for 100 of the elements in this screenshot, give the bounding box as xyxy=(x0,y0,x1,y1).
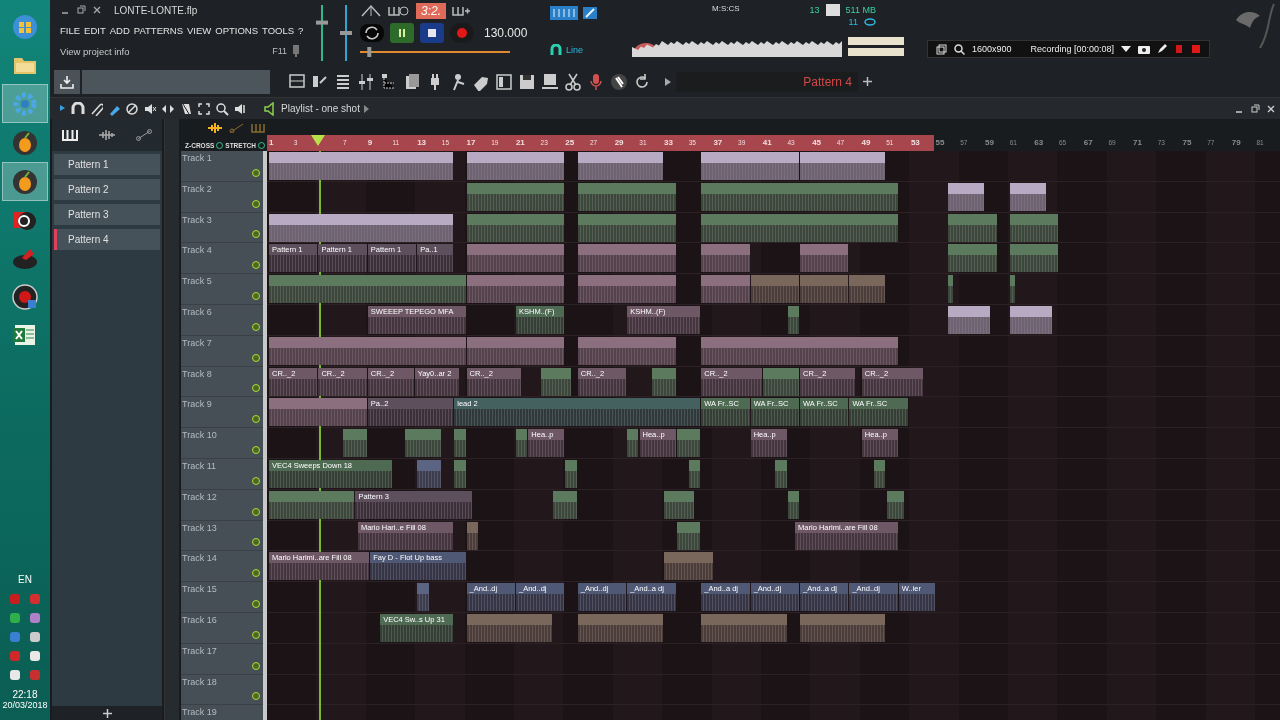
playlist-clip[interactable] xyxy=(676,521,701,550)
playlist-clip[interactable] xyxy=(466,336,565,365)
playlist-clip[interactable] xyxy=(800,613,886,642)
track-toggle[interactable] xyxy=(252,353,260,362)
playlist-clip[interactable] xyxy=(1010,182,1047,211)
playlist-clip[interactable] xyxy=(417,583,429,612)
track-toggle[interactable] xyxy=(252,168,260,177)
playlist-clip[interactable] xyxy=(701,244,750,273)
playlist-clip[interactable] xyxy=(948,213,997,242)
track-toggle[interactable] xyxy=(252,569,260,578)
close-icon[interactable] xyxy=(92,5,102,15)
playlist-clip[interactable] xyxy=(577,613,664,642)
stop-icon[interactable] xyxy=(1191,44,1202,54)
menu-item[interactable]: FILE xyxy=(60,24,81,36)
pause-icon[interactable] xyxy=(1174,44,1185,54)
menu-item[interactable]: ? xyxy=(298,24,304,36)
track-toggle[interactable] xyxy=(252,630,260,639)
wave-icon[interactable] xyxy=(207,123,223,133)
track-header[interactable]: Track 7 xyxy=(181,335,263,367)
track-header[interactable]: Track 17 xyxy=(181,643,263,675)
playlist-clip[interactable] xyxy=(269,490,355,519)
paperclip-icon[interactable] xyxy=(89,101,103,116)
track-toggle[interactable] xyxy=(252,661,260,670)
playlist-clip[interactable] xyxy=(948,244,997,273)
track-header[interactable]: Track 12 xyxy=(181,489,263,521)
camera-icon[interactable] xyxy=(1138,44,1151,54)
playlist-clip[interactable] xyxy=(454,429,466,458)
track-header[interactable]: Track 18 xyxy=(181,674,263,706)
track-toggle[interactable] xyxy=(252,445,260,454)
playlist-clip[interactable] xyxy=(540,367,571,396)
list-icon[interactable] xyxy=(334,72,352,91)
pattern-item[interactable]: Pattern 1 xyxy=(54,154,160,175)
playlist-clip[interactable] xyxy=(701,613,787,642)
select-icon[interactable] xyxy=(197,101,211,116)
track-toggle[interactable] xyxy=(252,322,260,331)
playlist-clip[interactable] xyxy=(466,521,478,550)
loop-icon[interactable] xyxy=(360,24,384,42)
track-toggle[interactable] xyxy=(252,507,260,516)
track-header[interactable]: Track 3 xyxy=(181,212,263,244)
playlist-clip[interactable] xyxy=(701,275,750,304)
search-icon[interactable] xyxy=(954,43,965,55)
playlist-clip[interactable] xyxy=(269,213,454,242)
track-header[interactable]: Track 13 xyxy=(181,520,263,552)
playlist-clip[interactable] xyxy=(269,152,454,180)
track-toggle[interactable] xyxy=(252,476,260,485)
playlist-clip[interactable] xyxy=(775,459,787,488)
playlist-clip[interactable] xyxy=(466,244,565,273)
playlist-clip[interactable] xyxy=(763,367,800,396)
playlist-clip[interactable] xyxy=(466,613,553,642)
playlist-clip[interactable] xyxy=(688,459,701,488)
start-orb-icon[interactable] xyxy=(12,13,38,40)
playlist-clip[interactable] xyxy=(800,275,849,304)
playlist-clip[interactable] xyxy=(800,244,849,273)
windows-icon[interactable] xyxy=(936,43,947,55)
stop-button[interactable] xyxy=(420,23,444,43)
magnet-icon[interactable] xyxy=(550,44,562,56)
menu-item[interactable]: TOOLS xyxy=(262,24,295,36)
playlist-clip[interactable] xyxy=(787,490,800,519)
speaker-icon[interactable] xyxy=(9,669,21,681)
track-toggle[interactable] xyxy=(252,384,260,393)
delete-icon[interactable] xyxy=(125,101,139,116)
pattern-item[interactable]: Pattern 4 xyxy=(54,229,160,250)
scrollbar[interactable] xyxy=(164,119,179,720)
playhead-marker[interactable] xyxy=(311,135,326,146)
record-icon[interactable] xyxy=(12,283,38,310)
pin-icon[interactable] xyxy=(292,45,300,57)
track-header[interactable]: Track 9 xyxy=(181,397,263,429)
search-field[interactable] xyxy=(82,69,270,94)
menu-item[interactable]: EDIT xyxy=(84,24,106,36)
track-header[interactable]: Track 8 xyxy=(181,366,263,398)
menu-item[interactable]: PATTERNS xyxy=(133,24,184,36)
playlist-clip[interactable] xyxy=(454,459,466,488)
track-toggle[interactable] xyxy=(252,692,260,701)
playlist-clip[interactable] xyxy=(750,275,800,304)
track-toggle[interactable] xyxy=(252,415,260,424)
caret-icon[interactable] xyxy=(1121,45,1132,53)
satellite-icon[interactable] xyxy=(29,631,41,643)
playlist-clip[interactable] xyxy=(800,152,886,180)
playlist-clip[interactable] xyxy=(664,490,695,519)
track-header[interactable]: Track 6 xyxy=(181,305,263,336)
playlist-clip[interactable] xyxy=(948,275,954,304)
playlist-clip[interactable] xyxy=(577,213,676,242)
playlist-clip[interactable] xyxy=(466,182,565,211)
playlist-clip[interactable] xyxy=(1010,275,1016,304)
playlist-clip[interactable] xyxy=(1010,213,1059,242)
song-position-slider[interactable] xyxy=(360,47,510,57)
automation-icon[interactable] xyxy=(136,129,152,141)
brush-icon[interactable] xyxy=(582,6,598,20)
playlist-clip[interactable] xyxy=(874,459,886,488)
playlist-clip[interactable] xyxy=(676,429,701,458)
disk-icon[interactable] xyxy=(541,72,559,91)
fruit-icon[interactable] xyxy=(12,168,38,195)
audio-wave-icon[interactable] xyxy=(98,129,116,141)
track-header[interactable]: Track 16 xyxy=(181,612,263,644)
playlist-clip[interactable] xyxy=(466,152,565,180)
playlist-clip[interactable] xyxy=(417,459,441,488)
playlist-clip[interactable] xyxy=(577,182,676,211)
playlist-clip[interactable] xyxy=(516,429,528,458)
playlist-clip[interactable] xyxy=(1010,306,1053,334)
playlist-clip[interactable] xyxy=(269,275,466,304)
